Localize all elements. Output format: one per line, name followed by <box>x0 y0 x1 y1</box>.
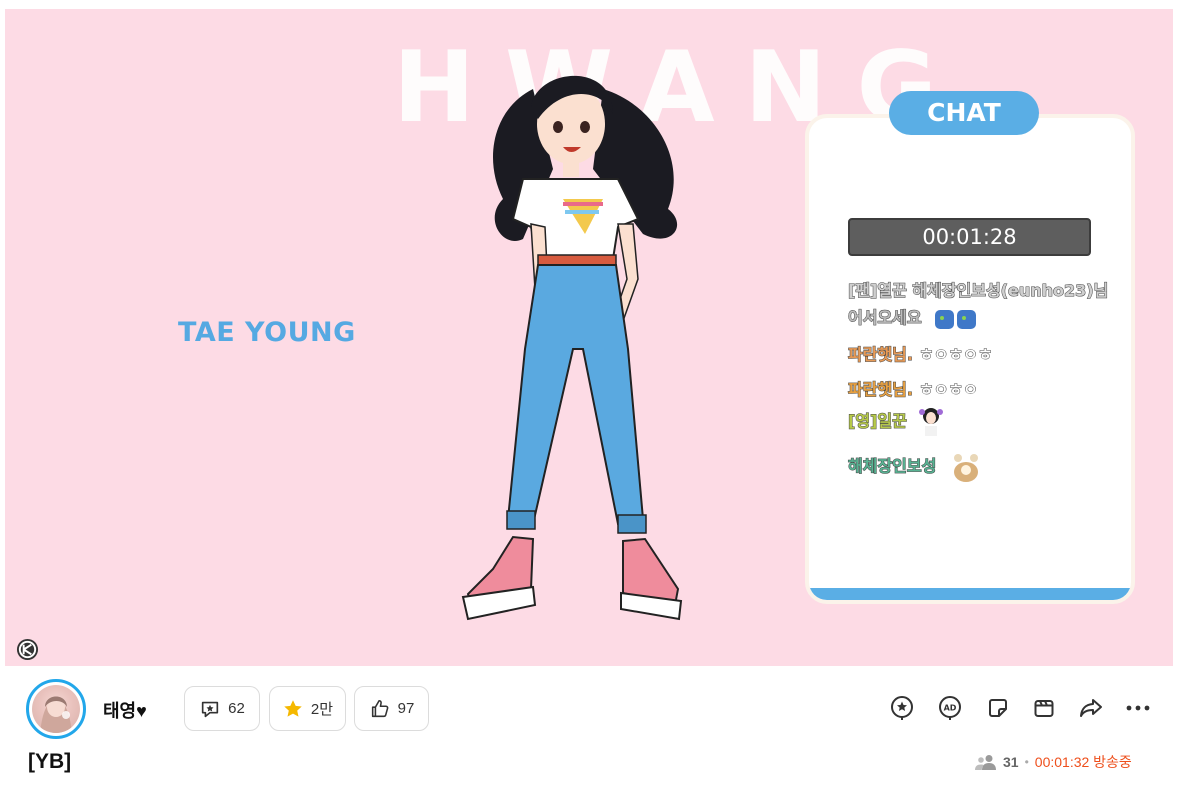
chat-message: 파란햇님. ㅎㅇㅎㅇㅎ <box>848 345 994 365</box>
streamer-avatar[interactable] <box>26 679 86 739</box>
star-balloon-icon <box>891 696 913 720</box>
share-icon <box>1080 699 1102 717</box>
favorite-count: 2만 <box>310 701 334 718</box>
clip-button[interactable] <box>1029 693 1059 723</box>
chat-message: 어서오세요 <box>848 304 979 332</box>
fan-button[interactable]: 62 <box>184 686 260 731</box>
watermark-logo-icon <box>16 638 39 661</box>
chat-message: [영]일꾼 <box>848 406 944 438</box>
chat-message: 파란햇님. ㅎㅇㅎㅇ <box>848 380 979 400</box>
chat-overlay-timer: 00:01:28 <box>848 218 1091 256</box>
more-options-button[interactable] <box>1123 693 1153 723</box>
chat-sticker-icon <box>919 408 944 436</box>
avatar-photo <box>40 696 72 733</box>
thumbs-up-icon <box>371 699 389 717</box>
share-button[interactable] <box>1076 693 1106 723</box>
live-status: 00:01:32 방송중 <box>1034 754 1132 770</box>
character-illustration <box>461 75 683 621</box>
like-button[interactable]: 97 <box>354 686 429 731</box>
chat-message: [팬]열꾼 해체장인보성(eunho23)님 <box>847 281 1109 301</box>
clip-icon <box>1034 700 1054 717</box>
more-icon <box>1126 705 1150 711</box>
ad-balloon-button[interactable]: AD <box>935 693 965 723</box>
svg-text:AD: AD <box>944 704 957 713</box>
sticker-button[interactable] <box>983 693 1013 723</box>
chat-overlay-header: CHAT <box>889 91 1039 135</box>
fan-count: 62 <box>228 700 245 717</box>
status-separator: • <box>1024 755 1029 769</box>
favorite-button[interactable]: 2만 <box>269 686 346 731</box>
star-balloon-button[interactable] <box>887 693 917 723</box>
star-icon <box>284 699 302 717</box>
viewers-icon <box>975 755 996 770</box>
like-count: 97 <box>397 700 415 717</box>
viewer-count: 31 <box>1003 754 1019 770</box>
sticker-icon <box>989 699 1007 717</box>
chat-panel-bottom-bar <box>809 588 1131 600</box>
fan-badge-icon <box>201 701 219 717</box>
chat-sticker-icon <box>953 454 978 482</box>
ad-balloon-icon: AD <box>939 696 961 720</box>
streamer-name[interactable]: 태영♥ <box>103 697 147 723</box>
chat-emoticon-icon <box>935 309 977 329</box>
stream-status: 31 • 00:01:32 방송중 <box>975 752 1132 772</box>
chat-message: 해체장인보성 <box>847 450 984 484</box>
overlay-name-text: TAE YOUNG <box>178 317 356 348</box>
stream-title: [YB] <box>28 750 72 773</box>
